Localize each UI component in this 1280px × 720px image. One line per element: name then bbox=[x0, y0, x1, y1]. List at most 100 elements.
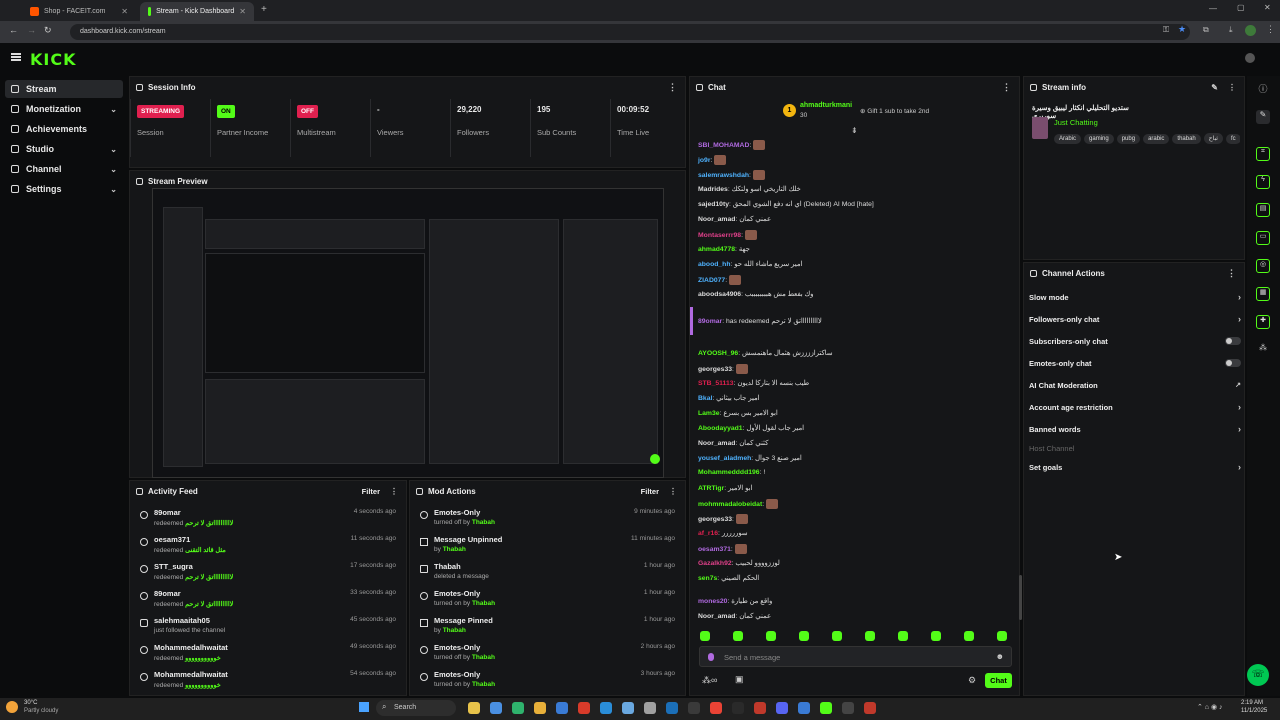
quick-emote[interactable] bbox=[832, 631, 842, 641]
taskbar-app-icon[interactable] bbox=[512, 702, 524, 714]
document-icon[interactable]: ▤ bbox=[1256, 203, 1270, 217]
chat-username[interactable]: Montaserrr98 bbox=[698, 232, 741, 239]
chat-username[interactable]: Gazalkh92 bbox=[698, 560, 732, 567]
emotes-only-toggle[interactable] bbox=[1225, 359, 1241, 367]
chat-username[interactable]: ZIAD077 bbox=[698, 277, 725, 284]
chat-tools-icon[interactable]: ▣ bbox=[735, 674, 744, 685]
taskbar-app-icon[interactable] bbox=[666, 702, 678, 714]
close-tab-icon[interactable]: ✕ bbox=[239, 7, 246, 16]
taskbar-app-icon[interactable] bbox=[490, 702, 502, 714]
chat-username[interactable]: yousef_aladmeh bbox=[698, 455, 751, 462]
sidebar-item-studio[interactable]: Studio ⌄ bbox=[5, 140, 123, 158]
sidebar-item-monetization[interactable]: Monetization ⌄ bbox=[5, 100, 123, 118]
activity-user[interactable]: oesam371 bbox=[154, 535, 190, 544]
system-tray-icon[interactable]: ⌃ ⌂ ◉ ♪ bbox=[1197, 703, 1223, 711]
profile-avatar[interactable] bbox=[1245, 25, 1256, 36]
chat-username[interactable]: abood_hh bbox=[698, 261, 730, 268]
edit-pencil-icon[interactable]: ✎ bbox=[1211, 83, 1218, 92]
back-icon[interactable]: ← bbox=[9, 25, 18, 35]
close-tab-icon[interactable]: ✕ bbox=[121, 7, 128, 16]
mod-by[interactable]: Thabah bbox=[472, 519, 495, 526]
chat-username[interactable]: SBI_MOHAMAD bbox=[698, 142, 749, 149]
mod-by[interactable]: Thabah bbox=[472, 681, 495, 688]
gear-icon[interactable]: ⚙ bbox=[968, 675, 976, 686]
followers-only-row[interactable]: Followers-only chat › bbox=[1029, 309, 1241, 329]
taskbar-app-icon[interactable] bbox=[820, 702, 832, 714]
chat-username[interactable]: STB_51113 bbox=[698, 380, 734, 387]
quick-emote[interactable] bbox=[733, 631, 743, 641]
set-goals-row[interactable]: Set goals › bbox=[1029, 457, 1241, 477]
taskbar-app-icon[interactable] bbox=[864, 702, 876, 714]
browser-tab-kick[interactable]: Stream - Kick Dashboard ✕ bbox=[140, 2, 254, 21]
quick-emote[interactable] bbox=[997, 631, 1007, 641]
new-tab-icon[interactable]: + bbox=[261, 4, 267, 15]
chat-username[interactable]: Noor_amad bbox=[698, 216, 735, 223]
quick-emote[interactable] bbox=[700, 631, 710, 641]
taskbar-app-icon[interactable] bbox=[732, 702, 744, 714]
taskbar-app-icon[interactable] bbox=[798, 702, 810, 714]
windows-start-icon[interactable] bbox=[359, 702, 369, 712]
chat-username[interactable]: sajed10ty bbox=[698, 201, 729, 208]
chat-username[interactable]: Mohammedddd196 bbox=[698, 469, 760, 476]
kick-logo[interactable]: KICK bbox=[30, 50, 77, 69]
chat-username[interactable]: mones20 bbox=[698, 598, 727, 605]
chat-username[interactable]: Noor_amad bbox=[698, 440, 735, 447]
more-options-icon[interactable]: ⋮ bbox=[669, 487, 677, 496]
bolt-icon[interactable]: ϟ bbox=[1256, 175, 1270, 189]
taskbar-app-icon[interactable] bbox=[622, 702, 634, 714]
sidebar-item-stream[interactable]: Stream bbox=[5, 80, 123, 98]
chat-username[interactable]: 89omar bbox=[698, 318, 722, 325]
more-options-icon[interactable]: ⋮ bbox=[668, 82, 677, 93]
account-age-row[interactable]: Account age restriction › bbox=[1029, 397, 1241, 417]
wrench-icon[interactable]: ✚ bbox=[1256, 315, 1270, 329]
taskbar-search[interactable]: ⌕ Search bbox=[376, 700, 456, 716]
category-link[interactable]: Just Chatting bbox=[1054, 118, 1098, 127]
quick-emote[interactable] bbox=[898, 631, 908, 641]
mod-by[interactable]: Thabah bbox=[443, 546, 466, 553]
chat-username[interactable]: Lam3e bbox=[698, 410, 720, 417]
sidebar-item-channel[interactable]: Channel ⌄ bbox=[5, 160, 123, 178]
chat-username[interactable]: AYOOSH_96 bbox=[698, 350, 738, 357]
chat-username[interactable]: af_r16 bbox=[698, 530, 718, 537]
ai-moderation-row[interactable]: AI Chat Moderation ↗ bbox=[1029, 375, 1241, 395]
bookmark-star-icon[interactable]: ★ bbox=[1178, 24, 1186, 35]
collapse-pinned-icon[interactable]: ⇟ bbox=[851, 126, 858, 135]
banned-words-row[interactable]: Banned words › bbox=[1029, 419, 1241, 439]
hamburger-menu-icon[interactable] bbox=[11, 53, 21, 61]
activity-user[interactable]: 89omar bbox=[154, 589, 181, 598]
taskbar-app-icon[interactable] bbox=[842, 702, 854, 714]
chat-username[interactable]: ATRTigr bbox=[698, 485, 724, 492]
chat-bubble-icon[interactable]: ▭ bbox=[1256, 231, 1270, 245]
chat-username[interactable]: mohmmadalobeidat bbox=[698, 501, 762, 508]
slow-mode-row[interactable]: Slow mode › bbox=[1029, 287, 1241, 307]
chat-username[interactable]: Noor_amad bbox=[698, 613, 735, 620]
chat-username[interactable]: georges33 bbox=[698, 366, 732, 373]
more-options-icon[interactable]: ⋮ bbox=[1227, 268, 1236, 279]
activity-user[interactable]: Mohammedalhwaitat bbox=[154, 670, 228, 679]
quick-emote[interactable] bbox=[799, 631, 809, 641]
activity-user[interactable]: STT_sugra bbox=[154, 562, 193, 571]
pinned-gifter-name[interactable]: ahmadturkmani bbox=[800, 102, 852, 109]
more-options-icon[interactable]: ⋮ bbox=[1228, 83, 1236, 92]
mod-by[interactable]: Thabah bbox=[443, 627, 466, 634]
download-icon[interactable]: ⤓ bbox=[1229, 25, 1233, 35]
quick-emote[interactable] bbox=[931, 631, 941, 641]
taskbar-app-icon[interactable] bbox=[534, 702, 546, 714]
quick-emote[interactable] bbox=[766, 631, 776, 641]
forward-icon[interactable]: → bbox=[27, 25, 36, 35]
chat-username[interactable]: jo9r bbox=[698, 157, 710, 164]
pencil-icon[interactable]: ✎ bbox=[1256, 110, 1270, 124]
emoji-picker-icon[interactable]: ☻ bbox=[996, 652, 1004, 661]
mod-by[interactable]: Thabah bbox=[472, 600, 495, 607]
taskbar-app-icon[interactable] bbox=[776, 702, 788, 714]
chat-username[interactable]: aboodsa4906 bbox=[698, 291, 741, 298]
url-input[interactable]: dashboard.kick.com/stream bbox=[70, 24, 1190, 40]
chat-input[interactable]: Send a message ☻ bbox=[699, 646, 1012, 667]
taskbar-app-icon[interactable] bbox=[578, 702, 590, 714]
filter-button[interactable]: Filter bbox=[641, 487, 659, 496]
taskbar-app-icon[interactable] bbox=[600, 702, 612, 714]
browser-menu-icon[interactable]: ⋮ bbox=[1266, 24, 1275, 35]
maximize-icon[interactable]: ▢ bbox=[1237, 3, 1245, 12]
taskbar-app-icon[interactable] bbox=[556, 702, 568, 714]
stream-preview-video[interactable] bbox=[152, 188, 664, 478]
